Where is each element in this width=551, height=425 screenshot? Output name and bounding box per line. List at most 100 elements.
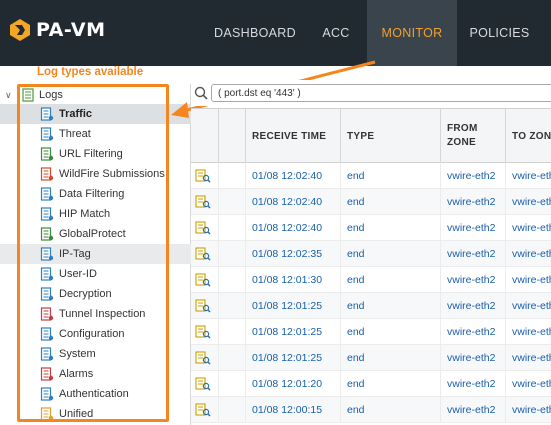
- table-row[interactable]: 01/08 12:02:40endvwire-eth2vwire-eth3: [191, 189, 551, 215]
- to-zone-cell[interactable]: vwire-eth3: [506, 267, 551, 293]
- table-row[interactable]: 01/08 12:01:30endvwire-eth2vwire-eth3: [191, 267, 551, 293]
- table-row[interactable]: 01/08 12:00:15endvwire-eth2vwire-eth3: [191, 397, 551, 423]
- from-zone-cell[interactable]: vwire-eth2: [441, 319, 506, 345]
- table-row[interactable]: 01/08 12:01:25endvwire-eth2vwire-eth3: [191, 293, 551, 319]
- type-cell[interactable]: end: [341, 371, 441, 397]
- type-cell[interactable]: end: [341, 267, 441, 293]
- receive-time-cell[interactable]: 01/08 12:01:25: [246, 345, 341, 371]
- tree-item-data-filtering[interactable]: Data Filtering: [0, 184, 191, 204]
- detail-cell[interactable]: [191, 319, 219, 345]
- log-detail-icon[interactable]: [195, 221, 211, 235]
- table-row[interactable]: 01/08 12:02:35endvwire-eth2vwire-eth3: [191, 241, 551, 267]
- column-header-receive-time[interactable]: RECEIVE TIME: [246, 109, 341, 163]
- filter-input[interactable]: [211, 84, 551, 102]
- from-zone-cell[interactable]: vwire-eth2: [441, 293, 506, 319]
- detail-cell[interactable]: [191, 267, 219, 293]
- tree-item-hip-match[interactable]: HIP Match: [0, 204, 191, 224]
- to-zone-cell[interactable]: vwire-eth3: [506, 345, 551, 371]
- type-cell[interactable]: end: [341, 345, 441, 371]
- log-detail-icon[interactable]: [195, 403, 211, 417]
- from-zone-cell[interactable]: vwire-eth2: [441, 163, 506, 189]
- to-zone-cell[interactable]: vwire-eth3: [506, 371, 551, 397]
- nav-monitor[interactable]: MONITOR: [367, 0, 457, 66]
- from-zone-cell[interactable]: vwire-eth2: [441, 371, 506, 397]
- to-zone-cell[interactable]: vwire-eth3: [506, 397, 551, 423]
- detail-cell[interactable]: [191, 189, 219, 215]
- detail-cell[interactable]: [191, 397, 219, 423]
- to-zone-cell[interactable]: vwire-eth3: [506, 189, 551, 215]
- tree-item-system[interactable]: System: [0, 344, 191, 364]
- column-header-blank[interactable]: [219, 109, 246, 163]
- column-header-from-zone[interactable]: FROM ZONE: [441, 109, 506, 163]
- receive-time-cell[interactable]: 01/08 12:02:35: [246, 241, 341, 267]
- receive-time-cell[interactable]: 01/08 12:01:30: [246, 267, 341, 293]
- tree-item-decryption[interactable]: Decryption: [0, 284, 191, 304]
- to-zone-cell[interactable]: vwire-eth3: [506, 319, 551, 345]
- tree-item-authentication[interactable]: Authentication: [0, 384, 191, 404]
- column-header-to-zone[interactable]: TO ZONE: [506, 109, 551, 163]
- from-zone-cell[interactable]: vwire-eth2: [441, 345, 506, 371]
- table-row[interactable]: 01/08 12:01:25endvwire-eth2vwire-eth3: [191, 345, 551, 371]
- detail-cell[interactable]: [191, 241, 219, 267]
- detail-cell[interactable]: [191, 371, 219, 397]
- column-header-detail[interactable]: [191, 109, 219, 163]
- from-zone-cell[interactable]: vwire-eth2: [441, 215, 506, 241]
- tree-item-tunnel-inspection[interactable]: Tunnel Inspection: [0, 304, 191, 324]
- type-cell[interactable]: end: [341, 319, 441, 345]
- table-row[interactable]: 01/08 12:02:40endvwire-eth2vwire-eth3: [191, 215, 551, 241]
- to-zone-cell[interactable]: vwire-eth3: [506, 241, 551, 267]
- log-detail-icon[interactable]: [195, 195, 211, 209]
- receive-time-cell[interactable]: 01/08 12:01:25: [246, 319, 341, 345]
- tree-item-ip-tag[interactable]: IP-Tag: [0, 244, 191, 264]
- from-zone-cell[interactable]: vwire-eth2: [441, 267, 506, 293]
- tree-item-configuration[interactable]: Configuration: [0, 324, 191, 344]
- receive-time-cell[interactable]: 01/08 12:02:40: [246, 215, 341, 241]
- from-zone-cell[interactable]: vwire-eth2: [441, 397, 506, 423]
- log-detail-icon[interactable]: [195, 247, 211, 261]
- tree-item-user-id[interactable]: User-ID: [0, 264, 191, 284]
- tree-root-logs[interactable]: ∨ Logs: [0, 86, 63, 104]
- receive-time-cell[interactable]: 01/08 12:00:15: [246, 397, 341, 423]
- receive-time-cell[interactable]: 01/08 12:02:40: [246, 189, 341, 215]
- log-detail-icon[interactable]: [195, 273, 211, 287]
- detail-cell[interactable]: [191, 293, 219, 319]
- search-icon[interactable]: [194, 86, 208, 100]
- tree-item-unified[interactable]: Unified: [0, 404, 191, 424]
- to-zone-cell[interactable]: vwire-eth3: [506, 293, 551, 319]
- type-cell[interactable]: end: [341, 241, 441, 267]
- to-zone-cell[interactable]: vwire-eth3: [506, 215, 551, 241]
- type-cell[interactable]: end: [341, 293, 441, 319]
- log-detail-icon[interactable]: [195, 325, 211, 339]
- nav-policies[interactable]: POLICIES: [457, 0, 542, 66]
- from-zone-cell[interactable]: vwire-eth2: [441, 241, 506, 267]
- type-cell[interactable]: end: [341, 215, 441, 241]
- receive-time-cell[interactable]: 01/08 12:01:25: [246, 293, 341, 319]
- type-cell[interactable]: end: [341, 189, 441, 215]
- type-cell[interactable]: end: [341, 163, 441, 189]
- tree-item-traffic-log[interactable]: Traffic: [0, 104, 191, 124]
- tree-item-wildfire[interactable]: WildFire Submissions: [0, 164, 191, 184]
- log-detail-icon[interactable]: [195, 299, 211, 313]
- detail-cell[interactable]: [191, 215, 219, 241]
- log-detail-icon[interactable]: [195, 377, 211, 391]
- tree-item-globalprotect[interactable]: GlobalProtect: [0, 224, 191, 244]
- table-row[interactable]: 01/08 12:01:25endvwire-eth2vwire-eth3: [191, 319, 551, 345]
- tree-item-url-filtering[interactable]: URL Filtering: [0, 144, 191, 164]
- to-zone-cell[interactable]: vwire-eth3: [506, 163, 551, 189]
- receive-time-cell[interactable]: 01/08 12:02:40: [246, 163, 341, 189]
- nav-acc[interactable]: ACC: [305, 0, 367, 66]
- tree-item-threat-log[interactable]: Threat: [0, 124, 191, 144]
- tree-item-alarms[interactable]: Alarms: [0, 364, 191, 384]
- nav-dashboard[interactable]: DASHBOARD: [205, 0, 305, 66]
- table-row[interactable]: 01/08 12:02:40endvwire-eth2vwire-eth3: [191, 163, 551, 189]
- log-detail-icon[interactable]: [195, 351, 211, 365]
- column-header-type[interactable]: TYPE: [341, 109, 441, 163]
- receive-time-cell[interactable]: 01/08 12:01:20: [246, 371, 341, 397]
- type-cell[interactable]: end: [341, 397, 441, 423]
- table-row[interactable]: 01/08 12:01:20endvwire-eth2vwire-eth3: [191, 371, 551, 397]
- from-zone-cell[interactable]: vwire-eth2: [441, 189, 506, 215]
- detail-cell[interactable]: [191, 345, 219, 371]
- log-detail-icon[interactable]: [195, 169, 211, 183]
- chevron-down-icon[interactable]: ∨: [5, 90, 17, 101]
- detail-cell[interactable]: [191, 163, 219, 189]
